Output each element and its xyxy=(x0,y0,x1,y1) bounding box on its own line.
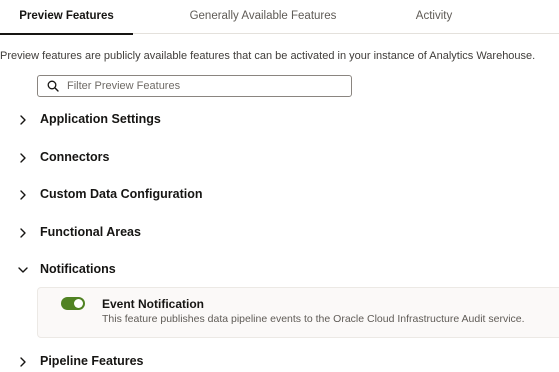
chevron-down-icon[interactable] xyxy=(16,263,30,277)
section-label: Custom Data Configuration xyxy=(40,187,203,201)
section-label: Connectors xyxy=(40,150,110,164)
tab-generally-available-features[interactable]: Generally Available Features xyxy=(180,0,346,34)
section-connectors[interactable]: Connectors xyxy=(0,148,559,168)
intro-text: Preview features are publicly available … xyxy=(0,50,536,62)
chevron-right-icon[interactable] xyxy=(16,355,30,369)
chevron-right-icon[interactable] xyxy=(16,188,30,202)
chevron-right-icon[interactable] xyxy=(16,226,30,240)
tab-bar: Preview Features Generally Available Fea… xyxy=(0,0,559,35)
search-box[interactable] xyxy=(37,75,352,97)
chevron-right-icon[interactable] xyxy=(16,151,30,165)
event-notification-toggle[interactable] xyxy=(61,297,85,310)
section-custom-data-configuration[interactable]: Custom Data Configuration xyxy=(0,185,559,205)
search-icon xyxy=(47,80,59,92)
section-label: Application Settings xyxy=(40,112,161,126)
section-application-settings[interactable]: Application Settings xyxy=(0,110,559,130)
section-label: Functional Areas xyxy=(40,225,141,239)
search-input[interactable] xyxy=(67,80,337,92)
section-label: Notifications xyxy=(40,262,116,276)
feature-title: Event Notification xyxy=(102,297,205,311)
section-pipeline-features[interactable]: Pipeline Features xyxy=(0,352,559,372)
tab-preview-features[interactable]: Preview Features xyxy=(0,0,133,35)
toggle-knob xyxy=(74,299,83,308)
feature-card-event-notification: Event Notification This feature publishe… xyxy=(37,287,559,338)
feature-description: This feature publishes data pipeline eve… xyxy=(102,313,525,325)
section-label: Pipeline Features xyxy=(40,354,144,368)
section-functional-areas[interactable]: Functional Areas xyxy=(0,223,559,243)
chevron-right-icon[interactable] xyxy=(16,113,30,127)
tab-activity[interactable]: Activity xyxy=(400,0,468,34)
section-notifications[interactable]: Notifications xyxy=(0,260,559,280)
